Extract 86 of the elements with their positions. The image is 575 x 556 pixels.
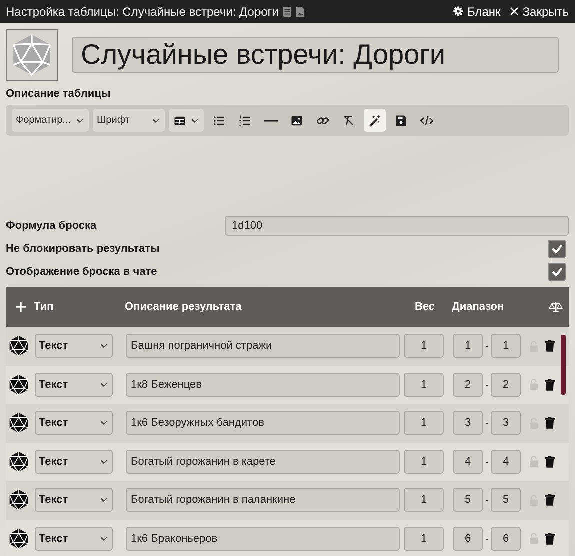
type-select[interactable]: Текст — [35, 488, 113, 512]
d20-icon — [10, 33, 54, 77]
table-image[interactable] — [6, 29, 58, 81]
column-header: Тип — [34, 301, 55, 313]
range-to-field[interactable]: 1 — [491, 334, 521, 358]
range-from-field[interactable]: 3 — [453, 411, 483, 436]
trash-icon[interactable] — [545, 494, 555, 506]
close-icon — [508, 6, 520, 17]
range-separator: - — [484, 495, 490, 506]
range-separator: - — [484, 418, 490, 428]
option-label: Не блокировать результаты — [6, 242, 160, 254]
field-label: Формула броска — [6, 220, 97, 232]
formula-field[interactable]: 1d100 — [225, 216, 569, 236]
format-dropdown[interactable]: Форматир... — [12, 109, 89, 132]
table-button[interactable] — [169, 109, 204, 132]
result-field[interactable]: 1к6 Браконьеров — [126, 526, 400, 551]
type-select[interactable]: Текст — [35, 411, 113, 436]
range-to-field[interactable]: 2 — [491, 372, 521, 397]
d20-icon[interactable] — [8, 335, 30, 358]
d20-icon[interactable] — [8, 450, 30, 473]
weight-field[interactable]: 1 — [404, 372, 444, 397]
code-icon — [420, 114, 434, 128]
range-separator: - — [484, 534, 490, 544]
scales-icon[interactable] — [549, 301, 563, 313]
range-to-field[interactable]: 3 — [491, 411, 521, 436]
result-field[interactable]: Богатый горожанин в карете — [126, 450, 400, 474]
type-select[interactable]: Текст — [35, 372, 113, 397]
checkmark-icon — [552, 244, 562, 254]
result-field[interactable]: 1к8 Беженцев — [126, 372, 400, 397]
trash-icon[interactable] — [545, 340, 555, 352]
clear-format-icon — [342, 114, 356, 128]
trash-icon[interactable] — [545, 378, 555, 391]
type-select[interactable]: Текст — [35, 334, 113, 358]
sheet-button[interactable]: Бланк — [453, 4, 501, 18]
save-icon — [394, 114, 408, 128]
image-file-icon[interactable] — [296, 6, 305, 18]
trash-icon[interactable] — [545, 456, 555, 468]
name-field[interactable]: Случайные встречи: Дороги — [72, 37, 559, 73]
range-to-field[interactable]: 4 — [491, 450, 521, 474]
column-header: Вес — [415, 301, 436, 313]
range-to-field[interactable]: 6 — [491, 526, 521, 551]
magic-wand-button[interactable] — [364, 109, 386, 132]
range-from-field[interactable]: 2 — [453, 372, 483, 397]
result-field[interactable]: Богатый горожанин в паланкине — [126, 488, 400, 512]
window-title: Настройка таблицы: Случайные встречи: Дороги — [6, 4, 279, 18]
range-separator: - — [484, 380, 490, 390]
image-icon — [290, 114, 304, 128]
trash-icon[interactable] — [545, 532, 555, 545]
scrollbar[interactable] — [561, 335, 566, 395]
trash-icon[interactable] — [545, 417, 555, 430]
add-icon[interactable] — [16, 302, 26, 312]
settings-icon — [453, 6, 464, 17]
checkbox[interactable] — [548, 240, 566, 258]
d20-icon[interactable] — [8, 489, 30, 512]
bulleted-list-icon — [212, 114, 226, 128]
document-icon[interactable] — [282, 6, 292, 18]
range-from-field[interactable]: 4 — [453, 450, 483, 474]
column-header: Описание результата — [125, 301, 243, 313]
d20-icon[interactable] — [8, 412, 30, 434]
range-from-field[interactable]: 6 — [453, 526, 483, 551]
range-separator: - — [484, 456, 490, 467]
weight-field[interactable]: 1 — [404, 488, 444, 512]
type-select[interactable]: Текст — [35, 526, 113, 551]
range-separator: - — [484, 341, 490, 352]
magic-wand-icon — [368, 114, 382, 128]
option-label: Отображение броска в чате — [6, 266, 158, 278]
checkmark-icon — [552, 266, 562, 276]
weight-field[interactable]: 1 — [404, 411, 444, 436]
font-dropdown[interactable]: Шрифт — [93, 109, 165, 132]
horizontal-rule-icon — [264, 120, 278, 122]
weight-field[interactable]: 1 — [404, 526, 444, 551]
range-from-field[interactable]: 5 — [453, 488, 483, 512]
result-field[interactable]: Башня пограничной стражи — [126, 334, 400, 358]
close-button[interactable]: Закрыть — [508, 4, 569, 18]
column-header: Диапазон — [452, 301, 506, 313]
type-select[interactable]: Текст — [35, 450, 113, 474]
result-field[interactable]: 1к6 Безоружных бандитов — [126, 411, 400, 436]
section-label: Описание таблицы — [6, 88, 112, 101]
range-to-field[interactable]: 5 — [491, 488, 521, 512]
weight-field[interactable]: 1 — [404, 334, 444, 358]
d20-icon[interactable] — [8, 374, 30, 396]
range-from-field[interactable]: 1 — [453, 334, 483, 358]
checkbox[interactable] — [548, 262, 566, 280]
d20-icon[interactable] — [8, 528, 30, 550]
numbered-list-icon — [238, 114, 252, 128]
weight-field[interactable]: 1 — [404, 450, 444, 474]
